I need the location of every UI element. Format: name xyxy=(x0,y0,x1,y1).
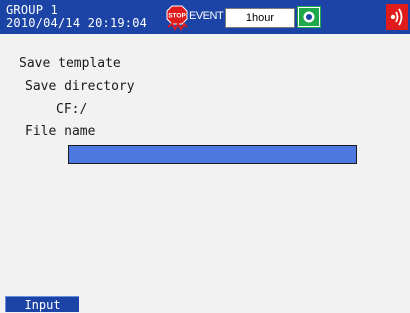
alarm-icon xyxy=(386,4,408,30)
file-name-input[interactable] xyxy=(68,145,357,164)
template-save-panel: Save template Save directory CF:/ File n… xyxy=(0,34,410,294)
save-directory-label: Save directory xyxy=(25,79,135,94)
save-directory-value: CF:/ xyxy=(56,102,88,117)
toggle-icon xyxy=(297,6,321,28)
group-name: GROUP 1 xyxy=(6,3,58,17)
date-time: 2010/04/14 20:19:04 xyxy=(6,16,148,30)
input-button[interactable]: Input xyxy=(5,296,79,312)
stop-icon: STOP xyxy=(166,5,188,31)
event-label: EVENT xyxy=(189,10,224,22)
status-bar: GROUP 1 2010/04/14 20:19:04 STOP EVENT 1… xyxy=(0,0,410,34)
trend-interval: 1hour xyxy=(225,8,295,28)
page-title: Save template xyxy=(19,56,121,71)
file-name-label: File name xyxy=(25,124,96,139)
svg-text:STOP: STOP xyxy=(168,13,186,20)
